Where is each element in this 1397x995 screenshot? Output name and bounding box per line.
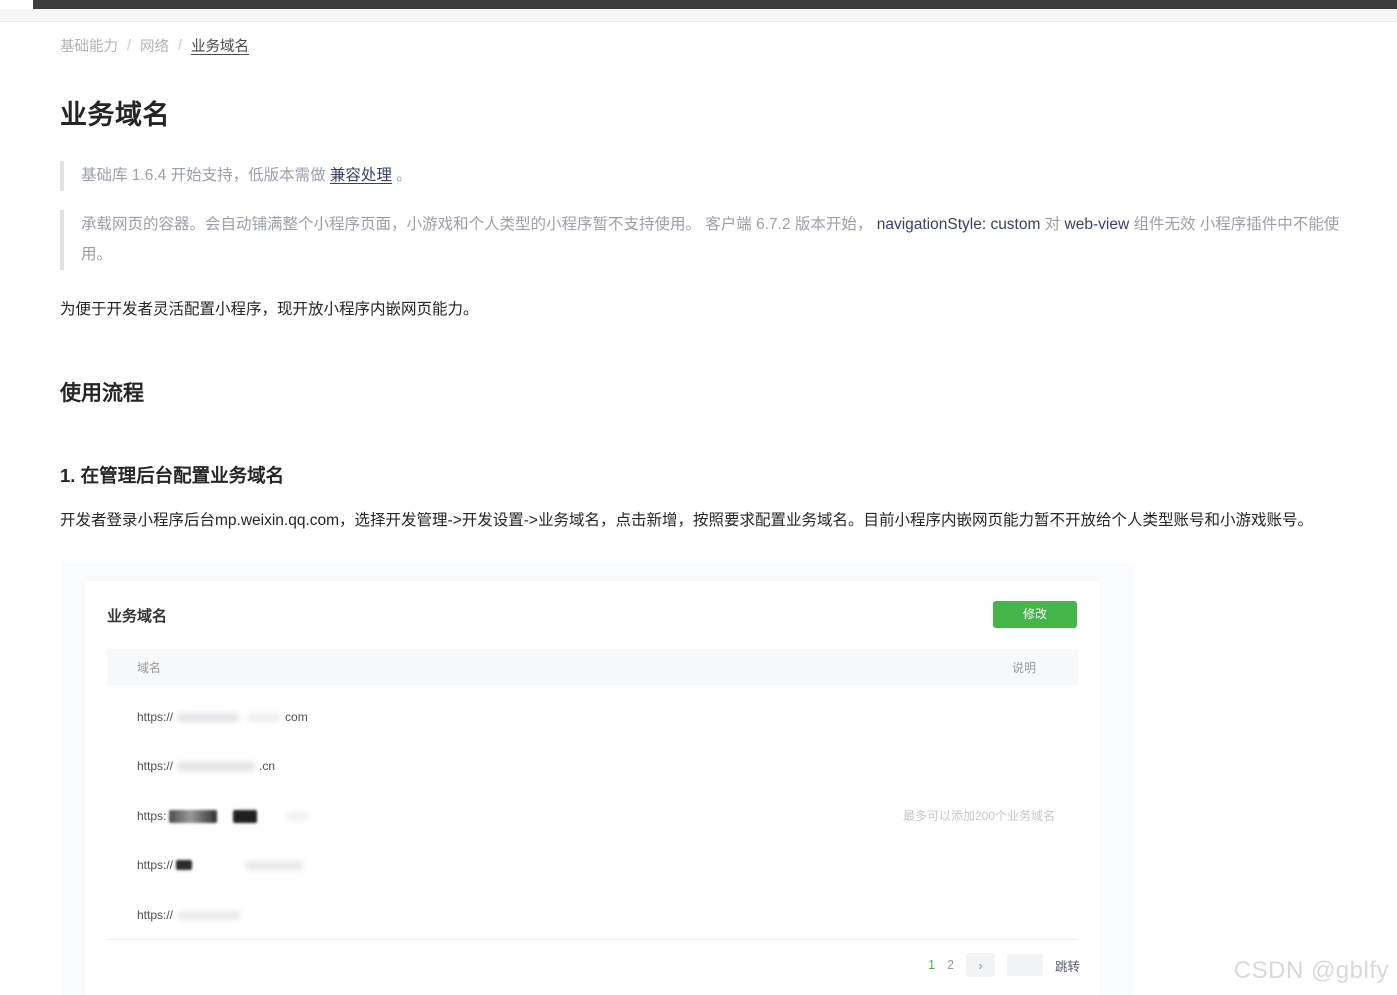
masked-domain-segment bbox=[245, 861, 303, 870]
domain-row: https:// .cn bbox=[137, 758, 275, 774]
breadcrumb-item-basic-ability[interactable]: 基础能力 bbox=[60, 35, 118, 56]
masked-domain-segment bbox=[177, 911, 241, 920]
admin-console-screenshot: 业务域名 修改 域名 说明 https:// com https:// .cn … bbox=[63, 563, 1135, 995]
modify-button[interactable]: 修改 bbox=[993, 601, 1077, 628]
breadcrumb-separator: / bbox=[178, 38, 182, 54]
domain-url-prefix: https:// bbox=[137, 858, 173, 872]
domain-url-prefix: https: bbox=[137, 809, 166, 823]
breadcrumb-separator: / bbox=[127, 38, 131, 54]
breadcrumb-item-business-domain[interactable]: 业务域名 bbox=[191, 35, 249, 56]
table-bottom-divider bbox=[107, 939, 1078, 940]
redacted-domain-block bbox=[176, 860, 192, 870]
pagination-page-1[interactable]: 1 bbox=[928, 958, 935, 972]
domain-row: https:// com bbox=[137, 709, 308, 725]
domain-row: https:// bbox=[137, 857, 307, 873]
masked-domain-segment bbox=[177, 713, 239, 722]
masked-domain-segment bbox=[247, 713, 281, 722]
pagination: 1 2 › 跳转 bbox=[928, 953, 1080, 977]
topbar-notch bbox=[0, 0, 33, 9]
csdn-watermark: CSDN @gblfy bbox=[1234, 957, 1389, 985]
pagination-jump-input[interactable] bbox=[1007, 954, 1043, 976]
page-title: 业务域名 bbox=[60, 93, 1397, 132]
masked-domain-segment bbox=[177, 762, 255, 771]
pagination-jump-button[interactable]: 跳转 bbox=[1055, 956, 1080, 975]
domain-url-suffix: .cn bbox=[259, 759, 275, 773]
step-body-paragraph: 开发者登录小程序后台mp.weixin.qq.com，选择开发管理->开发设置-… bbox=[60, 505, 1350, 536]
note-text: 。 bbox=[392, 167, 412, 184]
top-strip bbox=[0, 9, 1397, 22]
domain-row: https:// bbox=[137, 907, 245, 923]
domain-url-suffix: com bbox=[285, 710, 308, 724]
navigation-style-code: navigationStyle: custom bbox=[877, 216, 1041, 233]
breadcrumb-item-network[interactable]: 网络 bbox=[140, 35, 169, 56]
domain-limit-note: 最多可以添加200个业务域名 bbox=[903, 807, 1055, 824]
note-text: 基础库 1.6.4 开始支持，低版本需做 bbox=[81, 167, 330, 184]
step-title-configure-domain: 1. 在管理后台配置业务域名 bbox=[60, 462, 1397, 488]
pagination-next-icon[interactable]: › bbox=[966, 953, 995, 977]
top-scroll-bar bbox=[0, 0, 1397, 9]
intro-paragraph: 为便于开发者灵活配置小程序，现开放小程序内嵌网页能力。 bbox=[60, 297, 1397, 319]
version-support-note: 基础库 1.6.4 开始支持，低版本需做 兼容处理 。 bbox=[60, 161, 1345, 191]
webview-description-note: 承载网页的容器。会自动铺满整个小程序页面，小游戏和个人类型的小程序暂不支持使用。… bbox=[60, 210, 1345, 270]
section-title-usage-flow: 使用流程 bbox=[60, 377, 1397, 407]
domain-url-prefix: https:// bbox=[137, 759, 173, 773]
redacted-domain-block bbox=[169, 810, 217, 823]
note-text: 对 bbox=[1040, 216, 1064, 233]
masked-domain-segment bbox=[286, 812, 308, 821]
doc-content: 基础能力 / 网络 / 业务域名 业务域名 基础库 1.6.4 开始支持，低版本… bbox=[0, 35, 1397, 995]
table-header: 域名 说明 bbox=[107, 649, 1078, 685]
column-header-domain: 域名 bbox=[137, 659, 161, 676]
redacted-domain-block bbox=[233, 810, 257, 823]
web-view-code: web-view bbox=[1065, 216, 1130, 233]
note-text: 承载网页的容器。会自动铺满整个小程序页面，小游戏和个人类型的小程序暂不支持使用。… bbox=[81, 216, 877, 233]
domain-url-prefix: https:// bbox=[137, 710, 173, 724]
column-header-description: 说明 bbox=[1012, 659, 1036, 676]
breadcrumb: 基础能力 / 网络 / 业务域名 bbox=[60, 35, 1397, 56]
business-domain-card: 业务域名 修改 域名 说明 https:// com https:// .cn … bbox=[85, 581, 1100, 995]
pagination-page-2[interactable]: 2 bbox=[947, 958, 954, 972]
domain-row: https: bbox=[137, 808, 312, 824]
card-title: 业务域名 bbox=[107, 605, 167, 626]
compatibility-link[interactable]: 兼容处理 bbox=[330, 167, 392, 184]
domain-url-prefix: https:// bbox=[137, 908, 173, 922]
